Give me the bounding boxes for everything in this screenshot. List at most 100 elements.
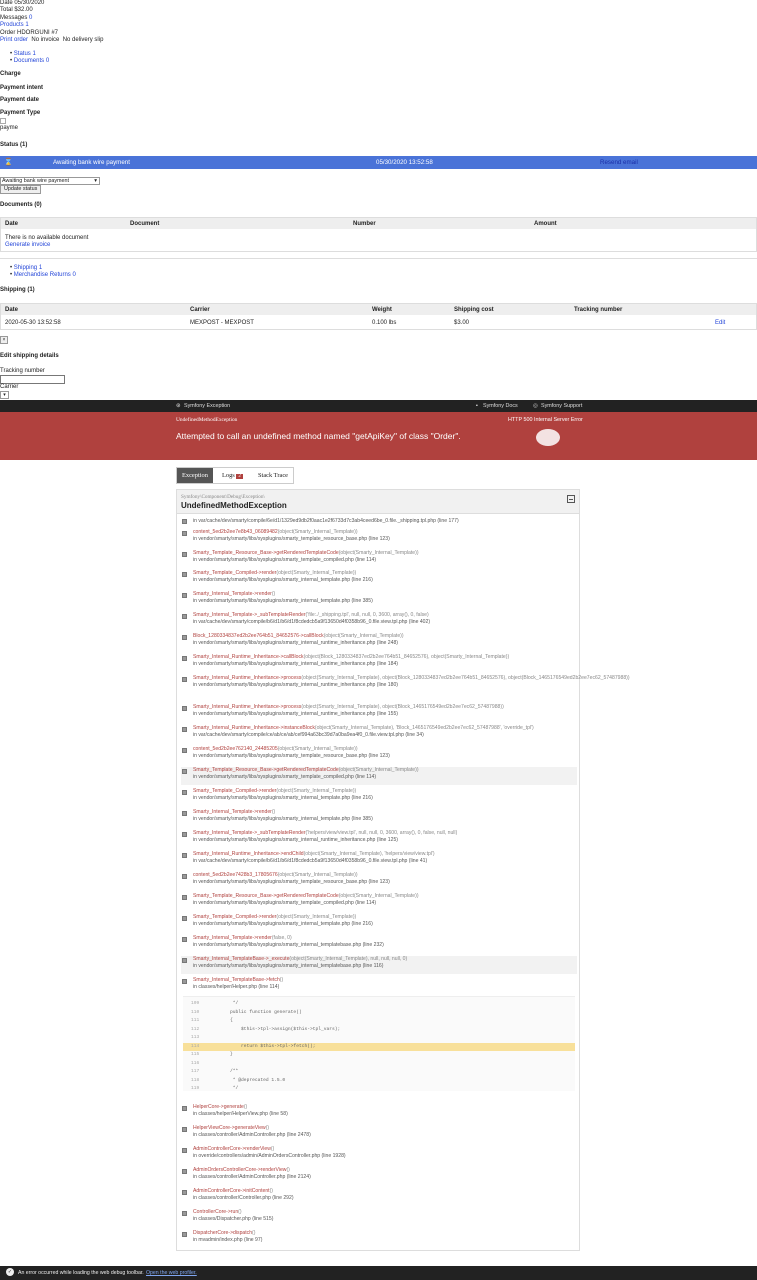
table-row[interactable]: Smarty_Internal_Runtime_Inheritance->pro… <box>181 675 630 693</box>
tab-merchandise-returns[interactable]: Merchandise Returns <box>14 272 71 278</box>
products-link[interactable]: Products <box>0 22 24 28</box>
table-row[interactable]: Smarty_Template_Compiled->render(object(… <box>181 788 577 806</box>
shipping-heading: Shipping (1) <box>0 287 35 293</box>
edit-shipping-link[interactable]: Edit <box>715 320 725 326</box>
exception-tabs: Exception Logs 2 Stack Trace <box>176 467 294 484</box>
expand-toggle-icon[interactable] <box>182 916 187 921</box>
table-row[interactable]: Smarty_Internal_Template->_subTemplateRe… <box>181 612 577 630</box>
update-status-button[interactable]: Update status <box>0 185 42 194</box>
expand-toggle-icon[interactable] <box>182 519 187 524</box>
print-order-link[interactable]: Print order <box>0 37 28 43</box>
open-profiler-link[interactable]: Open the web profiler. <box>146 1270 197 1276</box>
table-row[interactable]: Smarty_Internal_Template->render() in ven… <box>181 591 577 609</box>
collapse-icon[interactable] <box>567 495 575 503</box>
code-line: 111 { <box>191 1018 233 1023</box>
tab-status[interactable]: Status <box>14 51 31 57</box>
expand-toggle-icon[interactable] <box>182 748 187 753</box>
expand-toggle-icon[interactable] <box>182 677 187 682</box>
expand-toggle-icon[interactable] <box>182 614 187 619</box>
resend-email-link[interactable]: Resend email <box>600 159 638 166</box>
tab-stack-trace[interactable]: Stack Trace <box>253 468 293 483</box>
tracking-number-input[interactable] <box>0 375 65 384</box>
table-row[interactable]: content_5ed2b2ee7e8b43_06089482(object(S… <box>181 529 577 547</box>
documents-table: Date Document Number Amount There is no … <box>0 217 757 252</box>
tab-documents[interactable]: Documents <box>14 58 44 64</box>
shipping-returns-tabs: • Shipping 1 • Merchandise Returns 0 <box>10 265 76 279</box>
hourglass-icon: ⌛ <box>4 159 13 166</box>
expand-toggle-icon[interactable] <box>182 593 187 598</box>
table-row[interactable]: AdminControllerCore->initContent() in cla… <box>181 1188 577 1206</box>
tab-shipping[interactable]: Shipping <box>14 265 37 271</box>
table-row[interactable]: Smarty_Internal_Runtime_Inheritance->end… <box>181 851 577 869</box>
table-row[interactable]: HelperViewCore->generateView() in classes… <box>181 1125 577 1143</box>
chevron-down-icon: ▾ <box>94 178 97 184</box>
table-row[interactable]: HelperCore->generate() in classes/helper/… <box>181 1104 577 1122</box>
stack-trace-panel: Symfony\Component\Debug\Exception\ Undef… <box>176 489 630 1251</box>
close-icon[interactable]: × <box>0 336 8 344</box>
table-row[interactable]: ControllerCore->run() in classes/Dispatch… <box>181 1209 577 1227</box>
symfony-docs-link[interactable]: Symfony Docs <box>483 403 518 409</box>
table-row[interactable]: Smarty_Internal_TemplateBase->fetch() in … <box>181 977 577 995</box>
table-row[interactable]: Smarty_Template_Resource_Base->getRender… <box>181 550 577 568</box>
code-line: 116 <box>191 1060 200 1066</box>
table-row[interactable]: Smarty_Internal_Runtime_Inheritance->pro… <box>181 704 577 722</box>
generate-invoice-link[interactable]: Generate invoice <box>5 242 50 248</box>
table-row[interactable]: Smarty_Template_Compiled->render(object(… <box>181 914 577 932</box>
table-row[interactable]: AdminControllerCore->renderView() in over… <box>181 1146 577 1164</box>
expand-toggle-icon[interactable] <box>182 769 187 774</box>
exception-class-label: UndefinedMethodException <box>176 417 238 423</box>
expand-toggle-icon[interactable] <box>182 1127 187 1132</box>
expand-toggle-icon[interactable] <box>182 706 187 711</box>
expand-toggle-icon[interactable] <box>182 1106 187 1111</box>
expand-toggle-icon[interactable] <box>182 979 187 984</box>
table-row[interactable]: Block_1280334837ed2b2ee764b51_84652576->… <box>181 633 577 651</box>
expand-toggle-icon[interactable] <box>182 811 187 816</box>
code-excerpt: 109 */ 110 public function generate() 111 … <box>183 996 575 1091</box>
tab-exception[interactable]: Exception <box>177 468 213 483</box>
symfony-support-link[interactable]: Symfony Support <box>541 403 582 409</box>
table-row[interactable]: in var/cache/dev/smarty/compile/6e/d1/13… <box>181 517 577 527</box>
expand-toggle-icon[interactable] <box>182 874 187 879</box>
expand-toggle-icon[interactable] <box>182 832 187 837</box>
expand-toggle-icon[interactable] <box>182 1190 187 1195</box>
expand-toggle-icon[interactable] <box>182 1169 187 1174</box>
tab-logs[interactable]: Logs 2 <box>217 468 248 483</box>
expand-toggle-icon[interactable] <box>182 895 187 900</box>
table-row[interactable]: Smarty_Template_Resource_Base->getRender… <box>181 893 577 911</box>
table-row[interactable]: Smarty_Template_Compiled->render(object(… <box>181 570 577 588</box>
expand-toggle-icon[interactable] <box>182 572 187 577</box>
expand-toggle-icon[interactable] <box>182 1148 187 1153</box>
expand-toggle-icon[interactable] <box>182 635 187 640</box>
symfony-logo-icon: ⊛ <box>176 403 181 409</box>
table-row[interactable]: AdminOrdersControllerCore->renderView() i… <box>181 1167 577 1185</box>
table-row[interactable]: content_5ed2b2ee7428b3_17805676(object(S… <box>181 872 577 890</box>
expand-toggle-icon[interactable] <box>182 937 187 942</box>
table-row[interactable]: Smarty_Internal_Template->render(false, … <box>181 935 577 953</box>
messages-count[interactable]: 0 <box>29 15 32 21</box>
exception-class: UndefinedMethodException <box>181 501 287 510</box>
expand-toggle-icon[interactable] <box>182 531 187 536</box>
table-row[interactable]: Smarty_Internal_TemplateBase->_execute(o… <box>181 956 577 974</box>
expand-toggle-icon[interactable] <box>182 1232 187 1237</box>
expand-toggle-icon[interactable] <box>182 958 187 963</box>
status-select[interactable]: Awaiting bank wire payment ▾ <box>0 177 100 185</box>
carrier-select[interactable]: ▾ <box>0 391 9 399</box>
expand-toggle-icon[interactable] <box>182 552 187 557</box>
expand-toggle-icon[interactable] <box>182 853 187 858</box>
expand-toggle-icon[interactable] <box>182 1211 187 1216</box>
expand-toggle-icon[interactable] <box>182 790 187 795</box>
table-row[interactable]: Smarty_Internal_Runtime_Inheritance->cal… <box>181 654 577 672</box>
exception-message: Attempted to call an undefined method na… <box>176 431 461 441</box>
table-row[interactable]: Smarty_Internal_Template->_subTemplateRe… <box>181 830 577 848</box>
expand-toggle-icon[interactable] <box>182 656 187 661</box>
table-row[interactable]: content_5ed2b2ee762140_24485205(object(S… <box>181 746 577 764</box>
table-row[interactable]: Smarty_Template_Resource_Base->getRender… <box>181 767 577 785</box>
charge-heading: Charge <box>0 71 21 77</box>
expand-toggle-icon[interactable] <box>182 727 187 732</box>
table-row[interactable]: Smarty_Internal_Runtime_Inheritance->ins… <box>181 725 577 743</box>
table-row[interactable]: DispatcherCore->dispatch() in mvadmin/ind… <box>181 1230 577 1248</box>
status-name: Awaiting bank wire payment <box>53 159 130 166</box>
panel-header: Symfony\Component\Debug\Exception\ Undef… <box>177 490 579 514</box>
table-row[interactable]: Smarty_Internal_Template->render() in ven… <box>181 809 577 827</box>
payment-type-heading: Payment Type <box>0 110 41 116</box>
